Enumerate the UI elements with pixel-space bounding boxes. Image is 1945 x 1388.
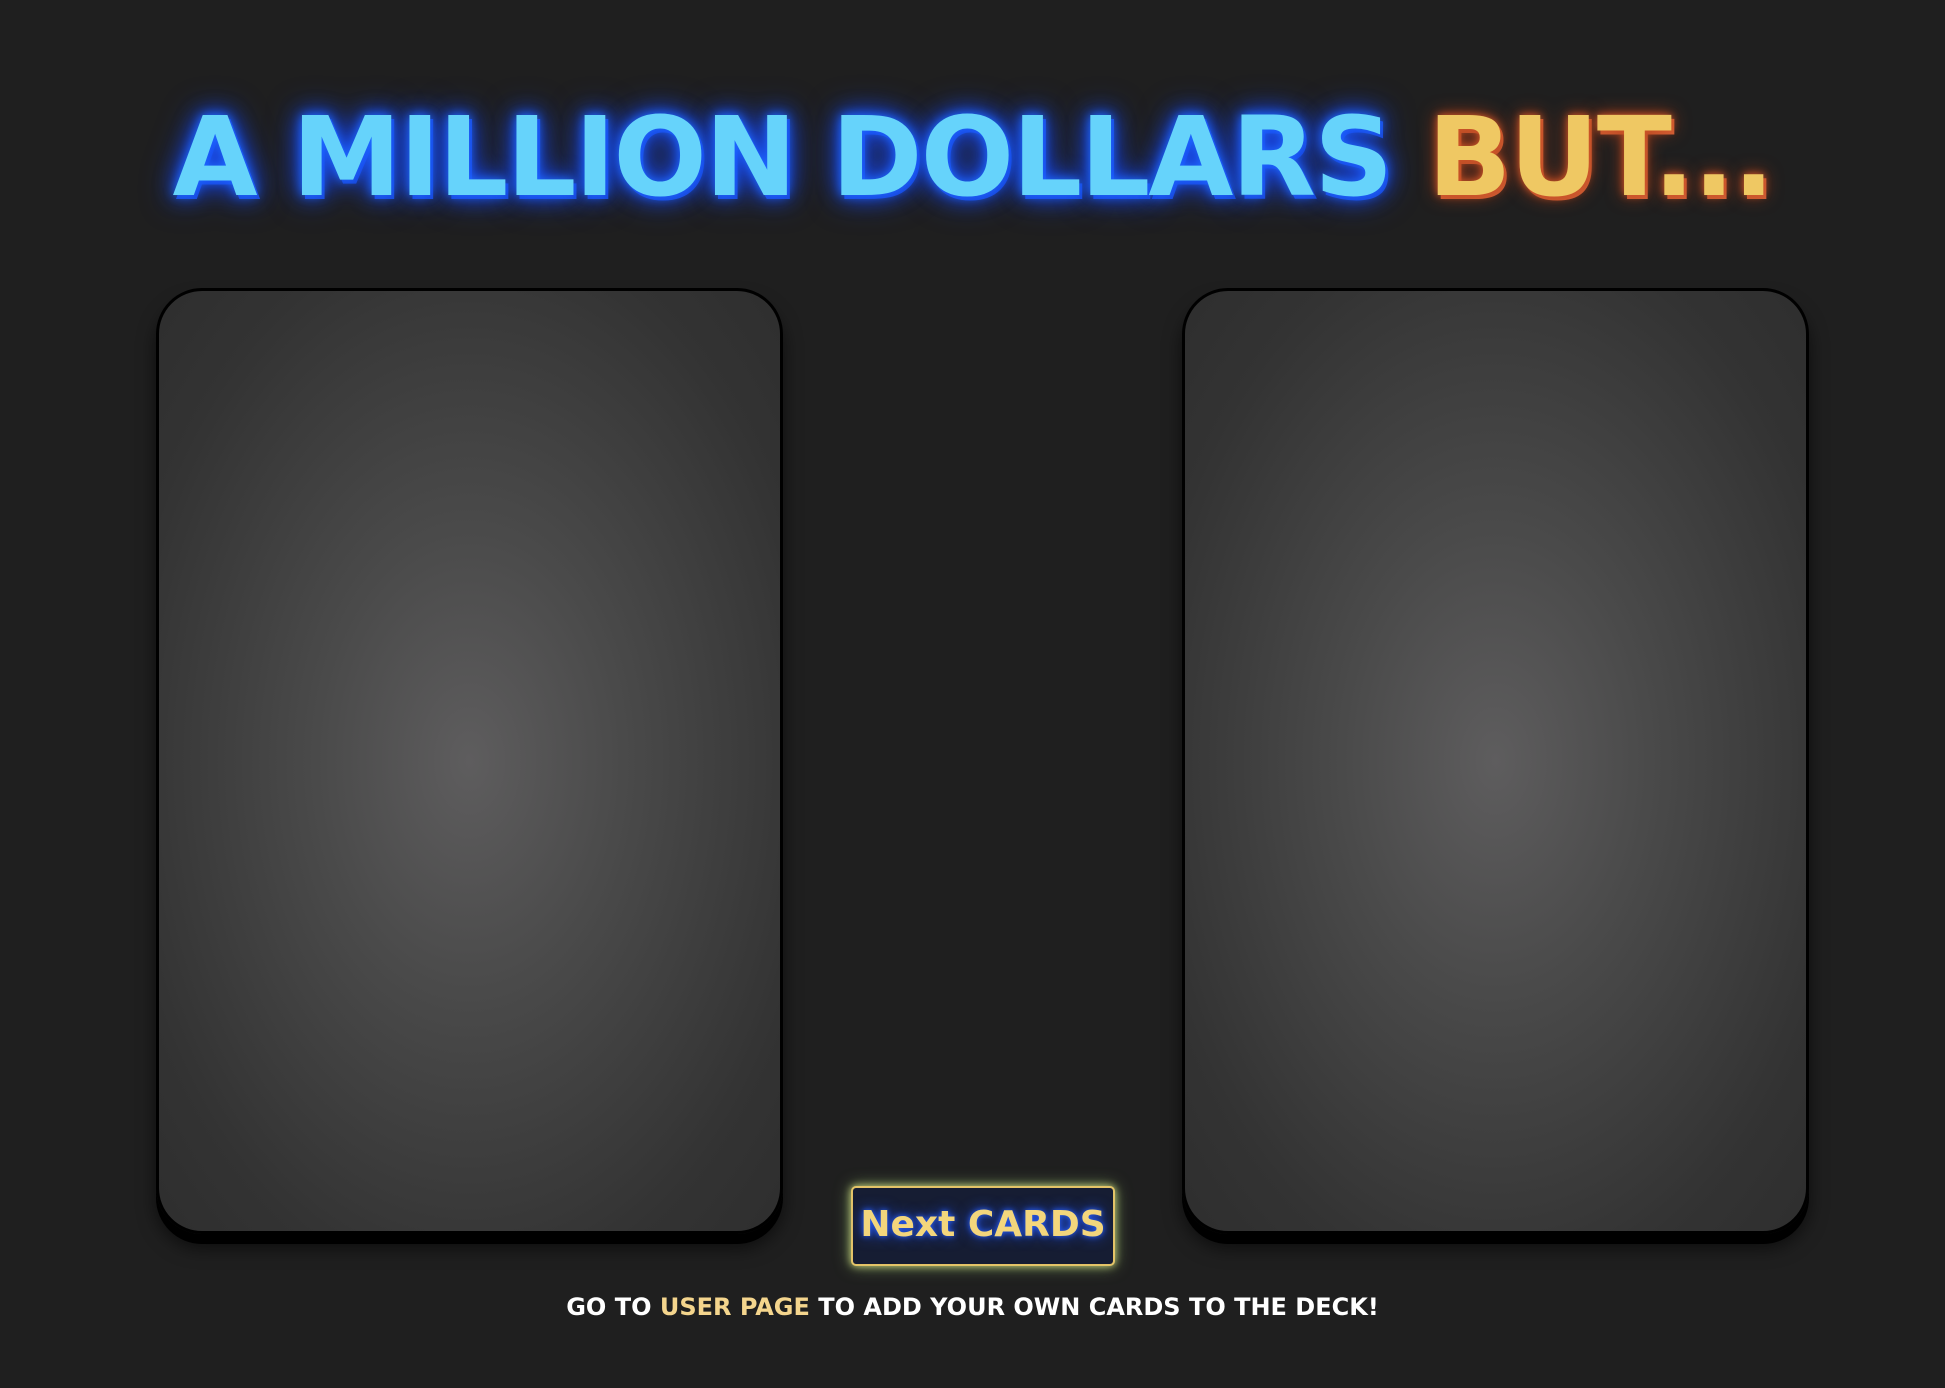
footer-suffix: TO ADD YOUR OWN CARDS TO THE DECK!: [818, 1293, 1379, 1321]
title-main-text: A MILLION DOLLARS: [172, 93, 1393, 221]
footer-hint: GO TO USER PAGE TO ADD YOUR OWN CARDS TO…: [0, 1290, 1945, 1324]
card-right[interactable]: [1182, 288, 1809, 1234]
card-left[interactable]: [156, 288, 783, 1234]
title-accent-text: BUT...: [1427, 93, 1775, 221]
footer-prefix: GO TO: [566, 1293, 652, 1321]
page-title: A MILLION DOLLARS BUT...: [0, 92, 1945, 222]
next-cards-button[interactable]: Next CARDS: [851, 1186, 1115, 1266]
user-page-link[interactable]: USER PAGE: [660, 1293, 810, 1321]
